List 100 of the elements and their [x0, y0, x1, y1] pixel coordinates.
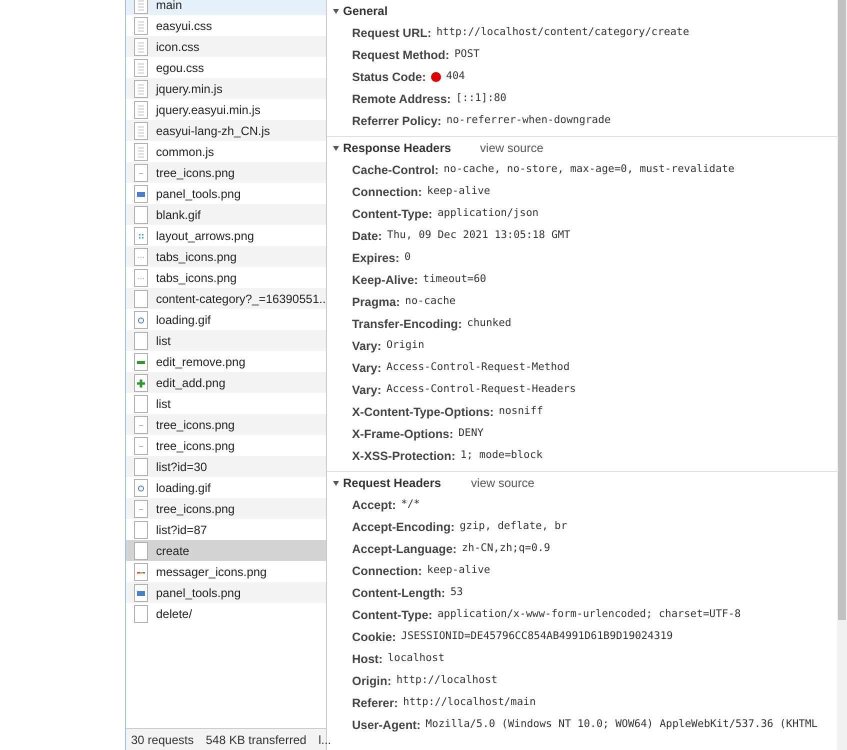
- header-name: X-XSS-Protection:: [352, 448, 456, 465]
- file-icon: [134, 436, 148, 454]
- expand-triangle-icon[interactable]: [333, 8, 339, 14]
- request-row[interactable]: content-category?_=16390551...: [126, 288, 326, 309]
- header-name: Connection:: [352, 184, 422, 201]
- request-row[interactable]: create: [126, 540, 326, 561]
- status-text: l...: [318, 732, 332, 748]
- header-name: Referer:: [352, 695, 398, 712]
- header-value: nosniff: [498, 404, 544, 420]
- header-value: http://localhost/main: [403, 695, 536, 710]
- header-name: Host:: [352, 651, 383, 668]
- header-value: keep-alive: [427, 563, 490, 578]
- header-name: Accept-Language:: [352, 541, 457, 558]
- header-name: Vary:: [352, 338, 382, 355]
- request-row[interactable]: tree_icons.png: [126, 414, 326, 435]
- header-value: JSESSIONID=DE45796CC854AB4991D61B9D19024319: [401, 629, 673, 644]
- file-icon: [134, 604, 148, 622]
- expand-triangle-icon[interactable]: [333, 480, 339, 486]
- header-name: Request Method:: [352, 47, 450, 64]
- header-value: zh-CN,zh;q=0.9: [462, 541, 550, 556]
- request-row[interactable]: main: [126, 0, 326, 15]
- section-title[interactable]: General: [343, 2, 388, 20]
- file-icon: [134, 332, 148, 350]
- header-value: no-cache: [405, 294, 456, 310]
- header-value: no-cache, no-store, max-age=0, must-revalidate: [444, 162, 734, 178]
- scrollbar[interactable]: [837, 0, 847, 750]
- header-value: no-referrer-when-downgrade: [446, 113, 611, 128]
- header-name: Content-Type:: [352, 607, 432, 624]
- file-icon: [134, 478, 148, 496]
- request-row[interactable]: tabs_icons.png: [126, 246, 326, 267]
- file-icon: [134, 584, 148, 602]
- header-name: Transfer-Encoding:: [352, 316, 462, 333]
- file-icon: [134, 310, 148, 328]
- header-value: 404: [446, 69, 465, 84]
- header-value: DENY: [458, 426, 484, 442]
- header-value: timeout=60: [423, 272, 486, 288]
- header-value: 1; mode=block: [460, 448, 543, 464]
- header-value: Access-Control-Request-Headers: [386, 382, 576, 398]
- expand-triangle-icon[interactable]: [333, 146, 339, 150]
- header-name: Expires:: [352, 250, 400, 267]
- header-value: [::1]:80: [456, 91, 506, 106]
- header-name: Status Code:: [352, 69, 426, 86]
- header-name: Date:: [352, 228, 382, 245]
- status-text: 548 KB transferred: [206, 732, 306, 748]
- view-source-link[interactable]: view source: [471, 474, 534, 492]
- file-icon: [134, 542, 148, 560]
- header-name: User-Agent:: [352, 717, 421, 734]
- request-row[interactable]: list: [126, 330, 326, 351]
- header-value: localhost: [388, 651, 445, 666]
- request-row[interactable]: easyui-lang-zh_CN.js: [126, 120, 326, 141]
- file-icon: [134, 394, 148, 412]
- request-row[interactable]: list?id=30: [126, 456, 326, 477]
- header-value: Thu, 09 Dec 2021 13:05:18 GMT: [387, 228, 570, 244]
- header-name: Keep-Alive:: [352, 272, 418, 289]
- header-name: Pragma:: [352, 294, 400, 311]
- request-row[interactable]: icon.css: [126, 36, 326, 57]
- file-icon: [134, 38, 148, 56]
- header-value: http://localhost/content/category/create: [436, 25, 690, 40]
- section-title[interactable]: Response Headers: [343, 139, 452, 157]
- header-name: Vary:: [352, 382, 382, 399]
- header-value: http://localhost: [396, 673, 498, 688]
- file-icon: [134, 80, 148, 98]
- file-icon: [134, 500, 148, 518]
- file-icon: [134, 458, 148, 476]
- header-name: X-Content-Type-Options:: [352, 404, 494, 421]
- header-value: gzip, deflate, br: [460, 519, 568, 534]
- file-icon: [134, 416, 148, 434]
- header-name: Request URL:: [352, 25, 432, 42]
- header-value: Mozilla/5.0 (Windows NT 10.0; WOW64) AppleWebKit/537.36 (KHTML: [426, 717, 818, 732]
- file-icon: [134, 290, 148, 308]
- file-icon: [134, 164, 148, 182]
- header-value: POST: [454, 47, 480, 62]
- header-name: Origin:: [352, 673, 392, 690]
- file-icon: [134, 248, 148, 266]
- header-name: Accept:: [352, 497, 396, 514]
- header-value: application/x-www-form-urlencoded; charset=UTF-8: [437, 607, 741, 622]
- request-row[interactable]: blank.gif: [126, 204, 326, 225]
- header-value: Access-Control-Request-Method: [386, 360, 570, 376]
- header-name: Accept-Encoding:: [352, 519, 455, 536]
- file-icon: [134, 0, 148, 14]
- file-icon: [134, 100, 148, 118]
- file-icon: [134, 520, 148, 538]
- header-name: Referrer Policy:: [352, 113, 442, 130]
- header-value: 0: [404, 250, 411, 266]
- file-icon: [134, 562, 148, 580]
- header-value: */*: [401, 497, 420, 512]
- request-row[interactable]: tree_icons.png: [126, 162, 326, 183]
- header-name: Vary:: [352, 360, 382, 377]
- request-row[interactable]: jquery.min.js: [126, 78, 326, 99]
- request-row[interactable]: edit_add.png: [126, 372, 326, 393]
- section-title[interactable]: Request Headers: [343, 474, 442, 492]
- view-source-link[interactable]: view source: [480, 139, 544, 157]
- request-row[interactable]: tree_icons.png: [126, 498, 326, 519]
- file-icon: [134, 226, 148, 244]
- header-name: Connection:: [352, 563, 422, 580]
- header-value: 53: [450, 585, 463, 600]
- file-icon: [134, 16, 148, 34]
- header-value: chunked: [467, 316, 512, 332]
- request-row[interactable]: panel_tools.png: [126, 582, 326, 603]
- file-icon: [134, 142, 148, 160]
